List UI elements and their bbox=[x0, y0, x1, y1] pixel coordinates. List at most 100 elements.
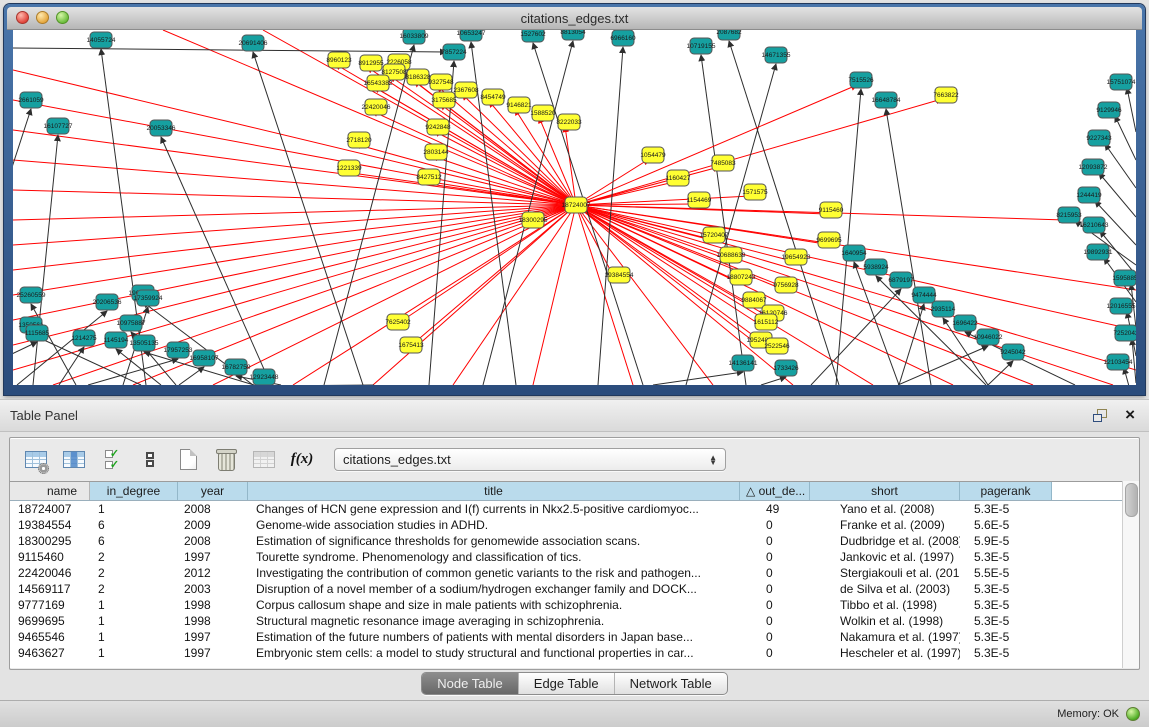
graph-node[interactable]: 25260559 bbox=[17, 287, 46, 303]
table-cell[interactable]: 1 bbox=[90, 629, 178, 645]
table-cell[interactable]: Corpus callosum shape and size in male p… bbox=[248, 597, 740, 613]
table-cell[interactable]: Changes of HCN gene expression and I(f) … bbox=[248, 501, 740, 517]
table-cell[interactable]: 22420046 bbox=[10, 565, 90, 581]
graph-node[interactable]: 12016555 bbox=[1107, 298, 1136, 314]
graph-node[interactable]: 10946022 bbox=[974, 329, 1003, 345]
table-cell[interactable]: 1 bbox=[90, 645, 178, 661]
table-cell[interactable]: 19384554 bbox=[10, 517, 90, 533]
table-cell[interactable]: 2008 bbox=[178, 533, 248, 549]
graph-node[interactable]: 8813054 bbox=[560, 30, 586, 40]
graph-node[interactable]: 6879197 bbox=[888, 272, 914, 288]
delete-column-button[interactable] bbox=[212, 446, 240, 474]
graph-edge[interactable] bbox=[1124, 368, 1136, 385]
table-cell[interactable]: 5.3E-5 bbox=[960, 549, 1052, 565]
graph-node[interactable]: 9227343 bbox=[1086, 130, 1112, 146]
graph-node[interactable]: 8186328 bbox=[405, 69, 431, 85]
function-builder-button[interactable]: f(x) bbox=[288, 446, 316, 474]
graph-node[interactable]: 20053346 bbox=[147, 120, 176, 136]
table-cell[interactable]: 0 bbox=[740, 565, 810, 581]
graph-node[interactable]: 17957253 bbox=[164, 342, 193, 358]
graph-node[interactable]: 1675413 bbox=[398, 337, 424, 353]
table-cell[interactable]: 0 bbox=[740, 517, 810, 533]
table-cell[interactable]: Yano et al. (2008) bbox=[810, 501, 960, 517]
graph-node[interactable]: 20206536 bbox=[93, 294, 122, 310]
graph-edge[interactable] bbox=[1127, 88, 1136, 132]
table-row[interactable]: 969969511998Structural magnetic resonanc… bbox=[10, 613, 1122, 629]
graph-edge[interactable] bbox=[13, 48, 446, 52]
graph-node[interactable]: 16543382 bbox=[364, 75, 393, 91]
graph-edge[interactable] bbox=[429, 61, 454, 385]
graph-node[interactable]: 2087682 bbox=[716, 30, 742, 40]
table-row[interactable]: 977716911998Corpus callosum shape and si… bbox=[10, 597, 1122, 613]
table-cell[interactable]: 9699695 bbox=[10, 613, 90, 629]
graph-edge[interactable] bbox=[373, 205, 576, 385]
graph-node[interactable]: 9699695 bbox=[816, 232, 842, 248]
close-panel-icon[interactable]: × bbox=[1125, 400, 1135, 430]
graph-node[interactable]: 13505135 bbox=[130, 335, 159, 351]
table-cell[interactable]: 6 bbox=[90, 533, 178, 549]
graph-node[interactable]: 3175685 bbox=[431, 92, 457, 108]
column-header-name[interactable]: name bbox=[10, 482, 90, 500]
graph-node[interactable]: 7515526 bbox=[848, 72, 874, 88]
table-cell[interactable]: Jankovic et al. (1997) bbox=[810, 549, 960, 565]
table-cell[interactable]: Nakamura et al. (1997) bbox=[810, 629, 960, 645]
column-header-short[interactable]: short bbox=[810, 482, 960, 500]
graph-edge[interactable] bbox=[576, 205, 1113, 385]
graph-node[interactable]: 2718120 bbox=[346, 132, 372, 148]
graph-node[interactable]: 9146821 bbox=[506, 97, 532, 113]
graph-node[interactable]: 1054479 bbox=[640, 147, 666, 163]
graph-node[interactable]: 22420046 bbox=[362, 99, 391, 115]
graph-node[interactable]: 12093872 bbox=[1079, 159, 1108, 175]
table-cell[interactable]: Stergiakouli et al. (2012) bbox=[810, 565, 960, 581]
graph-node[interactable]: 1640954 bbox=[841, 245, 867, 261]
graph-edge[interactable] bbox=[33, 135, 58, 385]
row-options-button[interactable] bbox=[136, 446, 164, 474]
table-cell[interactable]: 5.3E-5 bbox=[960, 597, 1052, 613]
table-cell[interactable]: 1997 bbox=[178, 629, 248, 645]
graph-node[interactable]: 16782759 bbox=[222, 359, 251, 375]
table-cell[interactable]: 49 bbox=[740, 501, 810, 517]
table-cell[interactable]: 18300295 bbox=[10, 533, 90, 549]
float-panel-icon[interactable] bbox=[1093, 409, 1107, 422]
graph-node[interactable]: 1154469 bbox=[687, 192, 712, 208]
table-cell[interactable]: 2008 bbox=[178, 501, 248, 517]
graph-edge[interactable] bbox=[653, 372, 743, 385]
tab-edge-table[interactable]: Edge Table bbox=[518, 673, 614, 694]
graph-edge[interactable] bbox=[179, 367, 204, 385]
table-cell[interactable]: Dudbridge et al. (2008) bbox=[810, 533, 960, 549]
graph-node[interactable]: 1221339 bbox=[336, 160, 362, 176]
table-cell[interactable]: 5.9E-5 bbox=[960, 533, 1052, 549]
graph-node[interactable]: 2803144 bbox=[423, 144, 449, 160]
table-cell[interactable]: Franke et al. (2009) bbox=[810, 517, 960, 533]
graph-edge[interactable] bbox=[324, 45, 414, 385]
table-row[interactable]: 946362711997Embryonic stem cells: a mode… bbox=[10, 645, 1122, 661]
table-row[interactable]: 946554611997Estimation of the future num… bbox=[10, 629, 1122, 645]
table-row[interactable]: 1938455462009Genome-wide association stu… bbox=[10, 517, 1122, 533]
table-cell[interactable]: 1998 bbox=[178, 613, 248, 629]
graph-node[interactable]: 18807243 bbox=[727, 269, 756, 285]
graph-node[interactable]: 19892931 bbox=[1084, 244, 1113, 260]
graph-node[interactable]: 10719155 bbox=[687, 38, 716, 54]
table-cell[interactable]: 0 bbox=[740, 533, 810, 549]
graph-edge[interactable] bbox=[253, 52, 363, 385]
graph-node[interactable]: 9129946 bbox=[1096, 102, 1122, 118]
table-cell[interactable]: 6 bbox=[90, 517, 178, 533]
graph-node[interactable]: 5938924 bbox=[863, 259, 889, 275]
table-row[interactable]: 1872400712008Changes of HCN gene express… bbox=[10, 501, 1122, 517]
network-canvas[interactable]: 1872400718300295896012389129552226058812… bbox=[13, 30, 1136, 385]
graph-node[interactable]: 19654923 bbox=[782, 249, 811, 265]
graph-edge[interactable] bbox=[13, 130, 576, 205]
graph-node[interactable]: 1160427 bbox=[666, 170, 691, 186]
graph-edge[interactable] bbox=[899, 304, 924, 385]
column-header-pagerank[interactable]: pagerank bbox=[960, 482, 1052, 500]
table-cell[interactable]: Hescheler et al. (1997) bbox=[810, 645, 960, 661]
table-cell[interactable]: 0 bbox=[740, 645, 810, 661]
graph-edge[interactable] bbox=[761, 377, 786, 385]
graph-node[interactable]: 1527602 bbox=[520, 30, 546, 42]
table-cell[interactable]: 2 bbox=[90, 549, 178, 565]
graph-node[interactable]: 9245042 bbox=[1000, 344, 1026, 360]
graph-node[interactable]: 1696422 bbox=[952, 315, 978, 331]
graph-node[interactable]: 7663822 bbox=[933, 87, 959, 103]
graph-node[interactable]: 19384554 bbox=[605, 267, 634, 283]
network-window-titlebar[interactable]: citations_edges.txt bbox=[7, 7, 1142, 30]
